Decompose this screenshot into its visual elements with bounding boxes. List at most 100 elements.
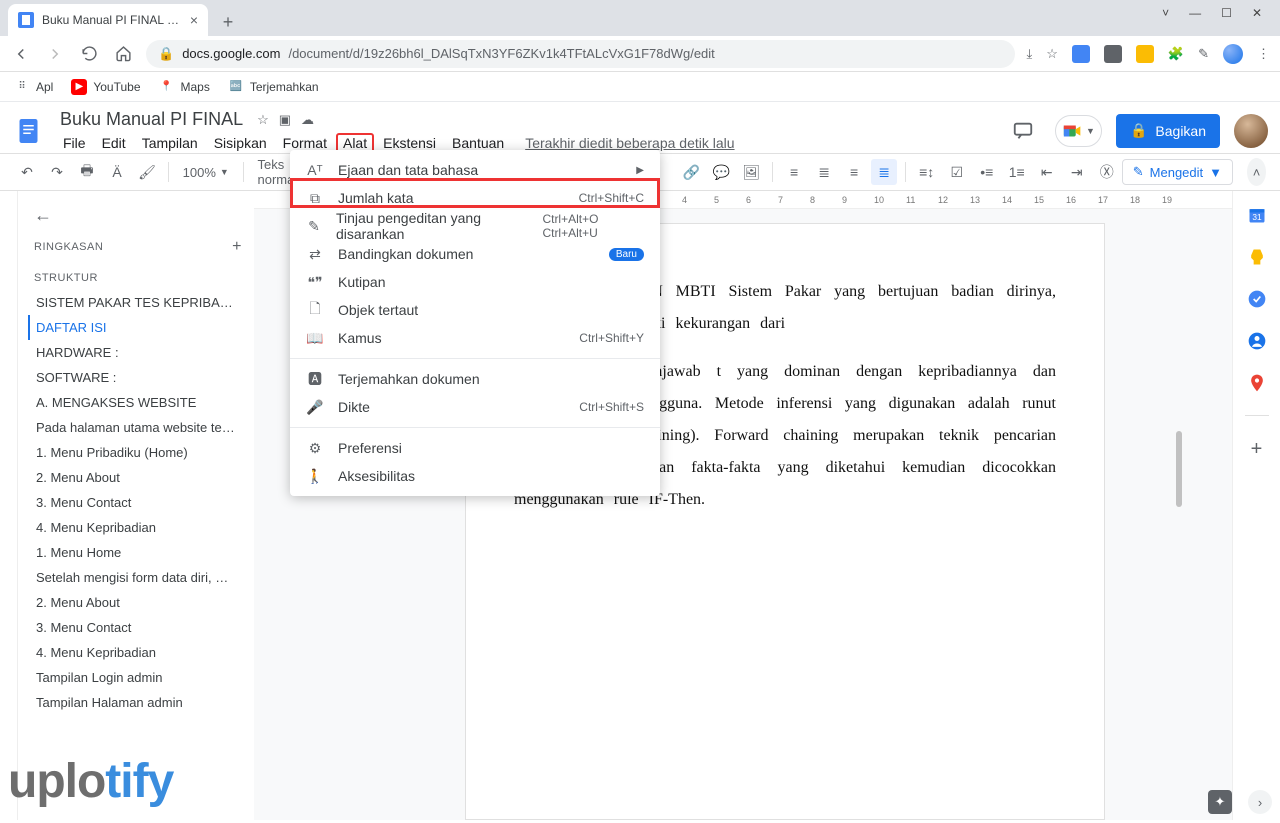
share-button[interactable]: 🔒 Bagikan (1116, 114, 1220, 148)
outline-back-button[interactable]: ← (28, 201, 248, 230)
outline-item[interactable]: 3. Menu Contact (28, 490, 248, 515)
dropdown-item[interactable]: AᵀEjaan dan tata bahasa▶ (290, 156, 660, 184)
dropdown-item[interactable]: 🎤DikteCtrl+Shift+S (290, 393, 660, 421)
docs-logo-icon[interactable] (12, 113, 48, 149)
outline-item[interactable]: SOFTWARE : (28, 365, 248, 390)
chrome-menu-icon[interactable]: ⋮ (1257, 46, 1270, 62)
numbered-list-button[interactable]: 1≡ (1004, 159, 1030, 185)
increase-indent-button[interactable]: ⇥ (1064, 159, 1090, 185)
redo-button[interactable]: ↷ (44, 159, 70, 185)
maps-rail-icon[interactable] (1247, 373, 1267, 393)
reload-icon[interactable] (78, 45, 100, 62)
calendar-icon[interactable]: 31 (1247, 205, 1267, 225)
outline-item[interactable]: 4. Menu Kepribadian (28, 640, 248, 665)
spellcheck-button[interactable]: Ä (104, 159, 130, 185)
menu-edit[interactable]: Edit (95, 133, 133, 153)
bookmark-star-icon[interactable]: ☆ (1046, 46, 1058, 62)
apps-bookmark[interactable]: ⠿Apl (14, 79, 53, 95)
line-spacing-button[interactable]: ≡↕ (914, 159, 940, 185)
show-side-panel-button[interactable]: › (1248, 790, 1272, 814)
window-minimize-icon[interactable]: ― (1189, 6, 1201, 20)
move-icon[interactable]: ▣ (279, 112, 291, 128)
dropdown-item[interactable]: ⇄Bandingkan dokumenBaru (290, 240, 660, 268)
youtube-bookmark[interactable]: ▶YouTube (71, 79, 140, 95)
outline-item[interactable]: 1. Menu Home (28, 540, 248, 565)
align-left-button[interactable]: ≡ (781, 159, 807, 185)
explore-button[interactable]: ✦ (1208, 790, 1232, 814)
menu-insert[interactable]: Sisipkan (207, 133, 274, 153)
dropdown-item[interactable]: ❝❞Kutipan (290, 268, 660, 296)
paint-format-button[interactable]: 🖌 (134, 159, 160, 185)
outline-item[interactable]: Pada halaman utama website te… (28, 415, 248, 440)
menu-view[interactable]: Tampilan (135, 133, 205, 153)
editing-mode-button[interactable]: ✎ Mengedit ▼ (1122, 159, 1233, 185)
dropdown-item[interactable]: 📖KamusCtrl+Shift+Y (290, 324, 660, 352)
outline-item[interactable]: A. MENGAKSES WEBSITE (28, 390, 248, 415)
outline-item[interactable]: DAFTAR ISI (28, 315, 248, 340)
zoom-dropdown[interactable]: 100%▼ (177, 159, 235, 185)
outline-item[interactable]: HARDWARE : (28, 340, 248, 365)
add-summary-button[interactable]: + (232, 238, 242, 256)
new-tab-button[interactable]: + (214, 8, 242, 36)
decrease-indent-button[interactable]: ⇤ (1034, 159, 1060, 185)
align-justify-button[interactable]: ≣ (871, 159, 897, 185)
profile-avatar[interactable] (1223, 44, 1243, 64)
collapse-toolbar-button[interactable]: ˄ (1247, 158, 1266, 186)
comments-button[interactable] (1005, 113, 1041, 149)
bulleted-list-button[interactable]: •≡ (974, 159, 1000, 185)
window-close-icon[interactable]: ✕ (1252, 6, 1262, 20)
omnibox[interactable]: 🔒 docs.google.com/document/d/19z26bh6l_D… (146, 40, 1015, 68)
outline-item[interactable]: 3. Menu Contact (28, 615, 248, 640)
forward-icon[interactable] (44, 45, 66, 63)
maps-bookmark[interactable]: 📍Maps (159, 79, 210, 95)
contacts-icon[interactable] (1247, 331, 1267, 351)
eyedropper-icon[interactable]: ✎ (1198, 46, 1209, 62)
menu-file[interactable]: File (56, 133, 93, 153)
extension-icon-3[interactable] (1136, 45, 1154, 63)
extension-icon-1[interactable] (1072, 45, 1090, 63)
extensions-icon[interactable]: 🧩 (1168, 46, 1184, 62)
outline-item[interactable]: Tampilan Login admin (28, 665, 248, 690)
undo-button[interactable]: ↶ (14, 159, 40, 185)
scrollbar-thumb[interactable] (1176, 431, 1182, 507)
dropdown-item[interactable]: 🗋Objek tertaut (290, 296, 660, 324)
align-right-button[interactable]: ≡ (841, 159, 867, 185)
insert-link-button[interactable]: 🔗 (678, 159, 704, 185)
clear-formatting-button[interactable]: Ⓧ (1094, 159, 1120, 185)
outline-item[interactable]: 4. Menu Kepribadian (28, 515, 248, 540)
keep-icon[interactable] (1247, 247, 1267, 267)
outline-item[interactable]: Tampilan Halaman admin (28, 690, 248, 715)
add-addon-button[interactable]: + (1251, 438, 1263, 461)
dropdown-item[interactable]: ⚙Preferensi (290, 434, 660, 462)
star-icon[interactable]: ☆ (257, 112, 269, 128)
outline-item[interactable]: 2. Menu About (28, 590, 248, 615)
cloud-saved-icon[interactable]: ☁ (301, 112, 314, 128)
dropdown-item[interactable]: 🚶Aksesibilitas (290, 462, 660, 490)
add-comment-button[interactable]: 💬 (708, 159, 734, 185)
home-icon[interactable] (112, 45, 134, 62)
back-icon[interactable] (10, 45, 32, 63)
tab-close-icon[interactable]: × (190, 13, 198, 27)
dropdown-item[interactable]: ⧉Jumlah kataCtrl+Shift+C (290, 184, 660, 212)
user-avatar[interactable] (1234, 114, 1268, 148)
checklist-button[interactable]: ☑ (944, 159, 970, 185)
menu-item-icon: ❝❞ (306, 274, 324, 291)
meet-button[interactable]: ▼ (1055, 115, 1102, 147)
outline-item[interactable]: 2. Menu About (28, 465, 248, 490)
install-icon[interactable]: ⤓ (1027, 46, 1033, 62)
window-dropdown-icon[interactable]: ˅ (1162, 6, 1169, 20)
align-center-button[interactable]: ≣ (811, 159, 837, 185)
outline-item[interactable]: 1. Menu Pribadiku (Home) (28, 440, 248, 465)
insert-image-button[interactable]: 🖼 (738, 159, 764, 185)
extension-icon-2[interactable] (1104, 45, 1122, 63)
browser-tab[interactable]: Buku Manual PI FINAL - Google × (8, 4, 208, 36)
outline-item[interactable]: SISTEM PAKAR TES KEPRIBADIA… (28, 290, 248, 315)
window-maximize-icon[interactable]: ☐ (1221, 6, 1232, 20)
tasks-icon[interactable] (1247, 289, 1267, 309)
dropdown-item[interactable]: 🅰Terjemahkan dokumen (290, 365, 660, 393)
translate-bookmark[interactable]: 🔤Terjemahkan (228, 79, 319, 95)
print-button[interactable]: 🖶 (74, 159, 100, 185)
dropdown-item[interactable]: ✎Tinjau pengeditan yang disarankanCtrl+A… (290, 212, 660, 240)
doc-title[interactable]: Buku Manual PI FINAL (56, 108, 247, 131)
outline-item[interactable]: Setelah mengisi form data diri, … (28, 565, 248, 590)
